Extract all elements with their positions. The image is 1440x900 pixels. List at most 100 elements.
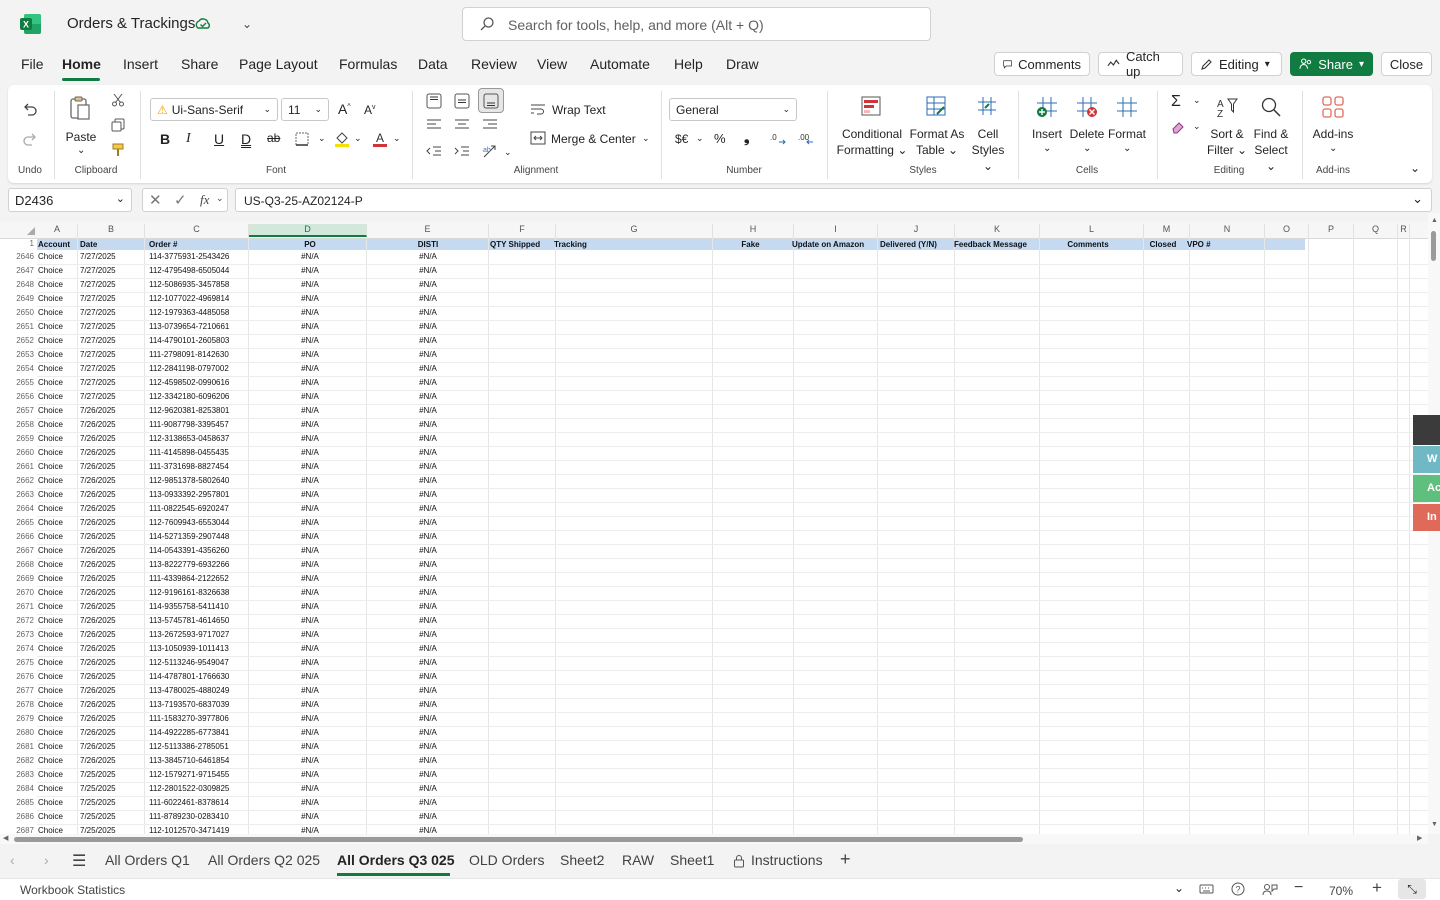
table-cell[interactable]: 114-3775931-2543426 [149,252,229,261]
column-header-j[interactable]: J [878,224,955,237]
autosum-icon[interactable]: Σ [1171,93,1181,111]
find-search-icon[interactable] [1260,96,1282,118]
cell-styles-icon[interactable] [977,96,997,116]
menu-file[interactable]: File [21,56,44,72]
table-cell[interactable]: #N/A [251,294,369,303]
row-number[interactable]: 2657 [0,406,36,415]
table-cell[interactable]: 7/26/2025 [80,658,116,667]
menu-view[interactable]: View [537,56,567,72]
formula-input[interactable]: US-Q3-25-AZ02124-P ⌄ [235,188,1432,212]
table-cell[interactable]: 7/27/2025 [80,252,116,261]
row-number[interactable]: 2681 [0,742,36,751]
side-panel-item[interactable]: In [1413,504,1440,531]
sort-filter-icon[interactable]: AZ [1216,96,1238,118]
title-chevron-icon[interactable]: ⌄ [242,17,252,31]
row-number[interactable]: 2655 [0,378,36,387]
table-cell[interactable]: #N/A [369,434,487,443]
table-cell[interactable]: #N/A [369,616,487,625]
table-cell[interactable]: Choice [38,616,63,625]
scroll-right-icon[interactable]: ▶ [1417,834,1422,842]
row-number[interactable]: 2653 [0,350,36,359]
side-panel-item[interactable]: Ac [1413,475,1440,502]
sheet-tab-active[interactable]: All Orders Q3 025 [337,852,455,868]
table-cell[interactable]: #N/A [251,812,369,821]
table-cell[interactable]: 7/27/2025 [80,322,116,331]
chevron-down-icon[interactable]: ⌄ [1193,121,1201,132]
table-cell[interactable]: #N/A [369,812,487,821]
zoom-level[interactable]: 70% [1329,884,1353,898]
table-cell[interactable]: Choice [38,350,63,359]
align-left-icon[interactable] [426,118,442,132]
row-number[interactable]: 2656 [0,392,36,401]
ribbon-collapse-chevron-icon[interactable]: ⌄ [1410,161,1420,175]
table-cell[interactable]: 112-1012570-3471419 [149,826,229,834]
table-cell[interactable]: #N/A [369,574,487,583]
table-cell[interactable]: 113-2672593-9717027 [149,630,229,639]
table-cell[interactable]: 113-5745781-4614650 [149,616,229,625]
table-cell[interactable]: 114-4787801-1766630 [149,672,229,681]
table-cell[interactable]: Choice [38,798,63,807]
row-number[interactable]: 2648 [0,280,36,289]
confirm-check-icon[interactable]: ✓ [174,191,187,209]
table-cell[interactable]: 7/26/2025 [80,742,116,751]
row-number[interactable]: 2649 [0,294,36,303]
help-icon[interactable]: ? [1231,882,1245,896]
table-cell[interactable]: Choice [38,756,63,765]
table-cell[interactable]: 7/26/2025 [80,518,116,527]
menu-draw[interactable]: Draw [726,56,759,72]
table-cell[interactable]: #N/A [369,756,487,765]
table-cell[interactable]: Choice [38,504,63,513]
table-cell[interactable]: #N/A [369,742,487,751]
increase-font-icon[interactable]: A^ [338,101,351,117]
align-right-icon[interactable] [482,118,498,132]
row-number[interactable]: 2666 [0,532,36,541]
row-number[interactable]: 2661 [0,462,36,471]
font-color-icon[interactable]: A [372,130,388,148]
table-cell[interactable]: 112-3342180-6096206 [149,392,229,401]
header-cell[interactable]: PO [251,240,369,249]
menu-help[interactable]: Help [674,56,703,72]
row-number[interactable]: 2672 [0,616,36,625]
table-cell[interactable]: 7/26/2025 [80,630,116,639]
table-cell[interactable]: 7/27/2025 [80,280,116,289]
table-cell[interactable]: 7/26/2025 [80,532,116,541]
table-cell[interactable]: #N/A [251,406,369,415]
table-cell[interactable]: #N/A [369,350,487,359]
table-cell[interactable]: 111-2798091-8142630 [149,350,229,359]
row-number[interactable]: 2654 [0,364,36,373]
table-cell[interactable]: #N/A [251,252,369,261]
table-cell[interactable]: #N/A [369,700,487,709]
scroll-up-icon[interactable]: ▲ [1431,217,1438,224]
table-cell[interactable]: #N/A [369,420,487,429]
table-cell[interactable]: #N/A [251,560,369,569]
column-header-f[interactable]: F [489,224,556,237]
table-cell[interactable]: 7/26/2025 [80,602,116,611]
table-cell[interactable]: 111-0822545-6920247 [149,504,229,513]
table-cell[interactable]: #N/A [369,686,487,695]
table-cell[interactable]: #N/A [251,476,369,485]
format-cells-button[interactable]: Format [1106,126,1148,142]
table-cell[interactable]: 7/26/2025 [80,490,116,499]
table-cell[interactable]: #N/A [251,308,369,317]
table-cell[interactable]: 7/26/2025 [80,448,116,457]
table-cell[interactable]: #N/A [251,756,369,765]
table-cell[interactable]: Choice [38,294,63,303]
bold-icon[interactable]: B [160,131,170,147]
wrap-text-icon[interactable] [530,103,546,117]
column-header-h[interactable]: H [713,224,794,237]
table-cell[interactable]: Choice [38,686,63,695]
table-cell[interactable]: 114-4790101-2605803 [149,336,229,345]
table-cell[interactable]: 7/26/2025 [80,672,116,681]
table-cell[interactable]: 113-0933392-2957801 [149,490,229,499]
table-cell[interactable]: 112-1579271-9715455 [149,770,229,779]
row-number[interactable]: 2675 [0,658,36,667]
feedback-icon[interactable] [1262,882,1278,896]
table-cell[interactable]: #N/A [251,616,369,625]
table-cell[interactable]: Choice [38,560,63,569]
table-cell[interactable]: Choice [38,728,63,737]
chevron-down-icon[interactable]: ⌄ [1083,143,1091,154]
table-cell[interactable]: #N/A [369,266,487,275]
table-cell[interactable]: Choice [38,588,63,597]
table-cell[interactable]: #N/A [251,364,369,373]
table-cell[interactable]: #N/A [251,490,369,499]
